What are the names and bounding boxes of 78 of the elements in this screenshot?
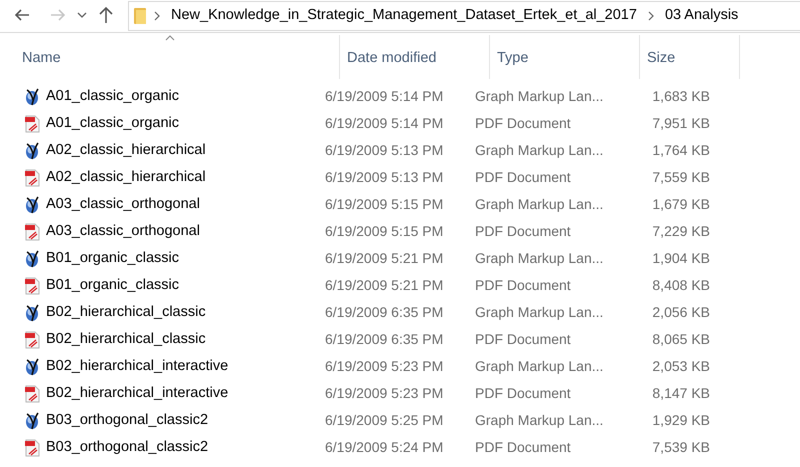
file-name: A03_classic_orthogonal: [46, 194, 200, 214]
date-text: 6/19/2009 5:24 PM: [324, 438, 444, 457]
chevron-icon: [154, 11, 160, 21]
chevron-down-icon: [77, 12, 87, 18]
size-text: 1,764 KB: [651, 141, 710, 160]
file-name: B02_hierarchical_interactive: [46, 384, 228, 403]
date-text: 6/19/2009 5:14 PM: [324, 114, 444, 133]
file-row[interactable]: A02_classic_hierarchical 6/19/2009 5:13 PM PDF Document 7,559 KB: [0, 164, 800, 191]
up-arrow-icon: [98, 6, 114, 24]
type-text: Graph Markup Lan...: [474, 141, 604, 160]
date-text: 6/19/2009 5:13 PM: [324, 168, 444, 187]
file-row[interactable]: A02_classic_hierarchical 6/19/2009 5:13 PM Graph Markup Lan... 1,764 KB: [0, 137, 800, 164]
file-row[interactable]: B03_orthogonal_classic2 6/19/2009 5:24 PM PDF Document 7,539 KB: [0, 434, 800, 461]
file-name: A01_classic_organic: [46, 114, 179, 133]
file-name: A02_classic_hierarchical: [46, 140, 206, 160]
type-text: PDF Document: [474, 114, 572, 133]
size-text: 7,951 KB: [651, 114, 710, 133]
type-text: Graph Markup Lan...: [474, 249, 604, 268]
type-text: Graph Markup Lan...: [474, 357, 604, 376]
file-name: B02_hierarchical_interactive: [46, 356, 228, 376]
date-text: 6/19/2009 5:23 PM: [324, 357, 444, 376]
date-text: 6/19/2009 5:13 PM: [324, 141, 444, 160]
file-name: A03_classic_orthogonal: [46, 222, 200, 241]
file-row[interactable]: B02_hierarchical_interactive 6/19/2009 5:23 PM PDF Document 8,147 KB: [0, 380, 800, 407]
type-text: PDF Document: [474, 384, 572, 403]
address-bar[interactable]: New_Knowledge_in_Strategic_Management_Dataset_Ertek_et_al_2017 03 Analysis: [128, 1, 800, 31]
size-text: 2,053 KB: [651, 357, 710, 376]
file-row[interactable]: B03_orthogonal_classic2 6/19/2009 5:25 PM Graph Markup Lan... 1,929 KB: [0, 407, 800, 434]
breadcrumb-item[interactable]: 03 Analysis: [662, 5, 742, 27]
type-text: PDF Document: [474, 330, 572, 349]
date-text: 6/19/2009 5:21 PM: [324, 249, 444, 268]
date-text: 6/19/2009 5:15 PM: [324, 195, 444, 214]
size-text: 1,904 KB: [651, 249, 710, 268]
folder-icon: [134, 8, 146, 24]
size-text: 8,065 KB: [651, 330, 710, 349]
file-row[interactable]: B02_hierarchical_classic 6/19/2009 6:35 PM PDF Document 8,065 KB: [0, 326, 800, 353]
file-row[interactable]: B02_hierarchical_classic 6/19/2009 6:35 PM Graph Markup Lan... 2,056 KB: [0, 299, 800, 326]
size-text: 7,229 KB: [651, 222, 710, 241]
file-name: A02_classic_hierarchical: [46, 168, 206, 187]
file-row[interactable]: A01_classic_organic 6/19/2009 5:14 PM Graph Markup Lan... 1,683 KB: [0, 83, 800, 110]
size-text: 1,679 KB: [651, 195, 710, 214]
file-name: B02_hierarchical_classic: [46, 302, 206, 322]
type-text: Graph Markup Lan...: [474, 303, 604, 322]
file-row[interactable]: A01_classic_organic 6/19/2009 5:14 PM PDF Document 7,951 KB: [0, 110, 800, 137]
file-row[interactable]: B01_organic_classic 6/19/2009 5:21 PM Graph Markup Lan... 1,904 KB: [0, 245, 800, 272]
chevron-icon: [648, 11, 654, 21]
file-name: B01_organic_classic: [46, 276, 179, 295]
date-text: 6/19/2009 5:14 PM: [324, 87, 444, 106]
file-row[interactable]: A03_classic_orthogonal 6/19/2009 5:15 PM PDF Document 7,229 KB: [0, 218, 800, 245]
file-name: B01_organic_classic: [46, 248, 179, 268]
size-text: 2,056 KB: [651, 303, 710, 322]
type-text: Graph Markup Lan...: [474, 195, 604, 214]
date-text: 6/19/2009 6:35 PM: [324, 330, 444, 349]
date-text: 6/19/2009 6:35 PM: [324, 303, 444, 322]
size-text: 1,683 KB: [651, 87, 710, 106]
type-text: PDF Document: [474, 222, 572, 241]
file-row[interactable]: A03_classic_orthogonal 6/19/2009 5:15 PM Graph Markup Lan... 1,679 KB: [0, 191, 800, 218]
date-text: 6/19/2009 5:15 PM: [324, 222, 444, 241]
file-row[interactable]: B01_organic_classic 6/19/2009 5:21 PM PDF Document 8,408 KB: [0, 272, 800, 299]
size-text: 7,559 KB: [651, 168, 710, 187]
size-text: 8,147 KB: [651, 384, 710, 403]
file-name: B03_orthogonal_classic2: [46, 438, 208, 457]
file-row[interactable]: B02_hierarchical_interactive 6/19/2009 5:23 PM Graph Markup Lan... 2,053 KB: [0, 353, 800, 380]
type-text: PDF Document: [474, 168, 572, 187]
type-text: PDF Document: [474, 276, 572, 295]
date-text: 6/19/2009 5:21 PM: [324, 276, 444, 295]
file-name: B02_hierarchical_classic: [46, 330, 206, 349]
date-text: 6/19/2009 5:25 PM: [324, 411, 444, 430]
type-text: PDF Document: [474, 438, 572, 457]
type-text: Graph Markup Lan...: [474, 87, 604, 106]
size-text: 7,539 KB: [651, 438, 710, 457]
breadcrumb-item[interactable]: New_Knowledge_in_Strategic_Management_Dataset_Ertek_et_al_2017: [168, 5, 640, 27]
size-text: 1,929 KB: [651, 411, 710, 430]
size-text: 8,408 KB: [651, 276, 710, 295]
type-text: Graph Markup Lan...: [474, 411, 604, 430]
file-name: A01_classic_organic: [46, 86, 179, 106]
file-name: B03_orthogonal_classic2: [46, 410, 208, 430]
date-text: 6/19/2009 5:23 PM: [324, 384, 444, 403]
